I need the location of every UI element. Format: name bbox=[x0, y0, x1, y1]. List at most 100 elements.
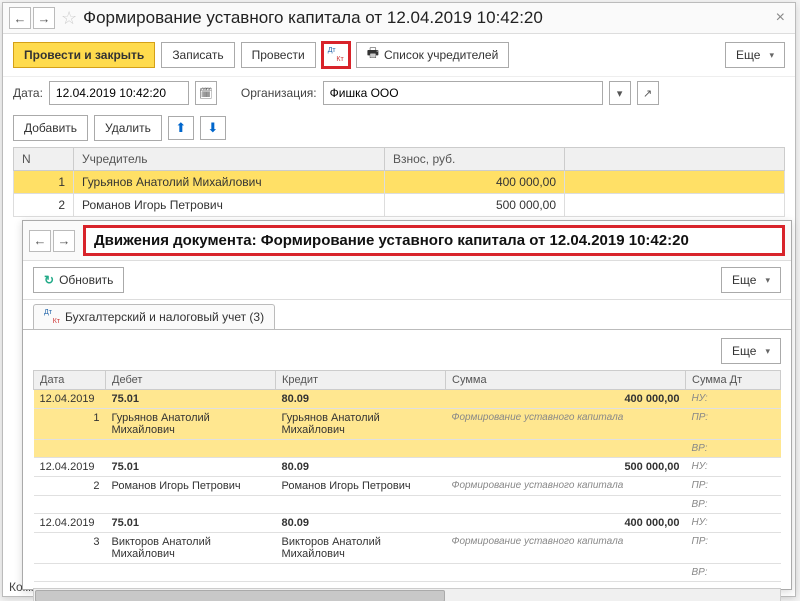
save-button[interactable]: Записать bbox=[161, 42, 234, 68]
movements-tabbar: Бухгалтерский и налоговый учет (3) bbox=[23, 304, 791, 330]
movements-window: ← → Движения документа: Формирование уст… bbox=[22, 220, 792, 590]
nav-back-button[interactable]: ← bbox=[9, 7, 31, 29]
cell-nu: НУ: bbox=[686, 514, 715, 533]
cell-desc: Формирование уставного капитала bbox=[446, 477, 686, 496]
chevron-down-icon: ▾ bbox=[769, 50, 774, 61]
cell-desc: Формирование уставного капитала bbox=[446, 409, 686, 440]
move-up-button[interactable]: ⬆ bbox=[168, 116, 194, 140]
col-amount[interactable]: Взнос, руб. bbox=[385, 148, 565, 171]
founders-list-button[interactable]: Список учредителей bbox=[356, 42, 510, 68]
favorite-star-icon[interactable]: ☆ bbox=[61, 8, 77, 29]
cell-line-n: 1 bbox=[34, 409, 106, 440]
chevron-down-icon: ▾ bbox=[765, 275, 770, 286]
movement-row-sub2: ВР: bbox=[34, 564, 781, 582]
main-titlebar: ← → ☆ Формирование уставного капитала от… bbox=[3, 3, 795, 34]
movement-row-sub: 2Романов Игорь ПетровичРоманов Игорь Пет… bbox=[34, 477, 781, 496]
movement-row-sub: 3Викторов Анатолий МихайловичВикторов Ан… bbox=[34, 533, 781, 564]
cell-credit-sub: Викторов Анатолий Михайлович bbox=[276, 533, 446, 564]
cell-date: 12.04.2019 bbox=[34, 458, 106, 477]
movement-row-sub: 1Гурьянов Анатолий МихайловичГурьянов Ан… bbox=[34, 409, 781, 440]
cell-vr: ВР: bbox=[686, 564, 715, 582]
table-row[interactable]: 2Романов Игорь Петрович500 000,00 bbox=[14, 194, 785, 217]
window-title: Формирование уставного капитала от 12.04… bbox=[83, 8, 543, 28]
cell-credit-sub: Гурьянов Анатолий Михайлович bbox=[276, 409, 446, 440]
cell-amount: 400 000,00 bbox=[385, 171, 565, 194]
sub-nav-back-button[interactable]: ← bbox=[29, 230, 51, 252]
main-toolbar: Провести и закрыть Записать Провести Спи… bbox=[3, 34, 795, 77]
movement-row-sub2: ВР: bbox=[34, 440, 781, 458]
movements-title: Движения документа: Формирование уставно… bbox=[83, 225, 785, 256]
cell-founder: Романов Игорь Петрович bbox=[74, 194, 385, 217]
refresh-button[interactable]: Обновить bbox=[33, 267, 124, 293]
col-founder[interactable]: Учредитель bbox=[74, 148, 385, 171]
cell-pr: ПР: bbox=[686, 477, 715, 496]
refresh-icon bbox=[44, 273, 54, 287]
cell-debit-acc: 75.01 bbox=[106, 458, 276, 477]
cell-n: 2 bbox=[14, 194, 74, 217]
post-button[interactable]: Провести bbox=[241, 42, 316, 68]
cell-credit-acc: 80.09 bbox=[276, 514, 446, 533]
cell-empty bbox=[565, 194, 785, 217]
col-sum-dt[interactable]: Сумма Дт bbox=[686, 371, 781, 390]
cell-n: 1 bbox=[14, 171, 74, 194]
cell-line-n: 3 bbox=[34, 533, 106, 564]
post-and-close-button[interactable]: Провести и закрыть bbox=[13, 42, 155, 68]
chevron-down-icon: ▾ bbox=[765, 346, 770, 357]
move-down-button[interactable]: ⬇ bbox=[200, 116, 226, 140]
org-label: Организация: bbox=[241, 86, 317, 100]
cell-nu: НУ: bbox=[686, 458, 715, 477]
col-credit[interactable]: Кредит bbox=[276, 371, 446, 390]
grid-toolbar: Добавить Удалить ⬆ ⬇ bbox=[3, 109, 795, 147]
movements-more-button[interactable]: Еще ▾ bbox=[721, 267, 781, 293]
col-empty bbox=[565, 148, 785, 171]
movements-content: Еще ▾ Дата Дебет Кредит Сумма Сумма Дт 1… bbox=[23, 330, 791, 601]
movements-table: Дата Дебет Кредит Сумма Сумма Дт 12.04.2… bbox=[33, 370, 781, 582]
founders-table: N Учредитель Взнос, руб. 1Гурьянов Анато… bbox=[13, 147, 785, 217]
cell-sum: 400 000,00 bbox=[526, 514, 686, 533]
movements-titlebar: ← → Движения документа: Формирование уст… bbox=[23, 221, 791, 261]
movements-inner-more-button[interactable]: Еще ▾ bbox=[721, 338, 781, 364]
cell-sum: 500 000,00 bbox=[526, 458, 686, 477]
movement-row[interactable]: 12.04.201975.0180.09 400 000,00НУ: bbox=[34, 514, 781, 533]
col-debit[interactable]: Дебет bbox=[106, 371, 276, 390]
date-field[interactable] bbox=[49, 81, 189, 105]
add-row-button[interactable]: Добавить bbox=[13, 115, 88, 141]
cell-debit-sub: Викторов Анатолий Михайлович bbox=[106, 533, 276, 564]
cell-sum: 400 000,00 bbox=[526, 390, 686, 409]
movement-row[interactable]: 12.04.201975.0180.09400 000,00НУ: bbox=[34, 390, 781, 409]
sub-nav-forward-button[interactable]: → bbox=[53, 230, 75, 252]
open-ref-icon[interactable]: ↗ bbox=[637, 81, 659, 105]
calendar-icon[interactable]: 🗓 bbox=[195, 81, 217, 105]
cell-desc: Формирование уставного капитала bbox=[446, 533, 686, 564]
movement-row[interactable]: 12.04.201975.0180.09 500 000,00НУ: bbox=[34, 458, 781, 477]
movement-row-sub2: ВР: bbox=[34, 496, 781, 514]
cell-credit-acc: 80.09 bbox=[276, 458, 446, 477]
col-sum[interactable]: Сумма bbox=[446, 371, 686, 390]
nav-forward-button[interactable]: → bbox=[33, 7, 55, 29]
scrollbar-thumb[interactable] bbox=[35, 590, 445, 601]
close-icon[interactable]: × bbox=[772, 9, 789, 27]
cell-debit-sub: Гурьянов Анатолий Михайлович bbox=[106, 409, 276, 440]
delete-row-button[interactable]: Удалить bbox=[94, 115, 162, 141]
cell-pr: ПР: bbox=[686, 409, 715, 440]
tab-accounting[interactable]: Бухгалтерский и налоговый учет (3) bbox=[33, 304, 275, 329]
dtkt-icon bbox=[44, 309, 60, 325]
cell-credit-acc: 80.09 bbox=[276, 390, 446, 409]
col-n[interactable]: N bbox=[14, 148, 74, 171]
cell-debit-acc: 75.01 bbox=[106, 514, 276, 533]
organization-field[interactable] bbox=[323, 81, 603, 105]
table-row[interactable]: 1Гурьянов Анатолий Михайлович400 000,00 bbox=[14, 171, 785, 194]
col-date[interactable]: Дата bbox=[34, 371, 106, 390]
table-header-row: N Учредитель Взнос, руб. bbox=[14, 148, 785, 171]
cell-date: 12.04.2019 bbox=[34, 514, 106, 533]
dropdown-icon[interactable]: ▾ bbox=[609, 81, 631, 105]
movements-header-row: Дата Дебет Кредит Сумма Сумма Дт bbox=[34, 371, 781, 390]
cell-line-n: 2 bbox=[34, 477, 106, 496]
cell-debit-sub: Романов Игорь Петрович bbox=[106, 477, 276, 496]
horizontal-scrollbar[interactable] bbox=[33, 588, 781, 601]
more-button[interactable]: Еще ▾ bbox=[725, 42, 785, 68]
cell-pr: ПР: bbox=[686, 533, 715, 564]
cell-nu: НУ: bbox=[686, 390, 715, 409]
cell-date: 12.04.2019 bbox=[34, 390, 106, 409]
dt-kt-button[interactable] bbox=[322, 42, 350, 68]
